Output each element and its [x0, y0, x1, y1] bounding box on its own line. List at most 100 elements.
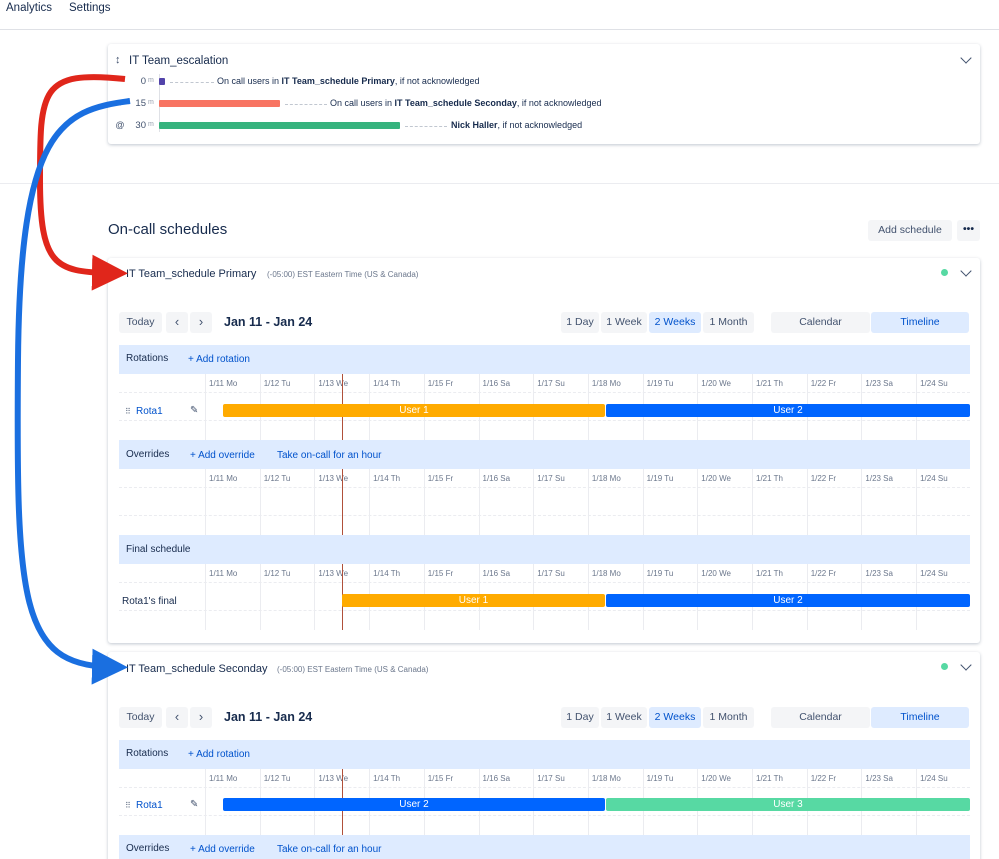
day-label: 1/15 Fr	[427, 774, 454, 783]
day-label: 1/24 Su	[920, 474, 948, 483]
final-schedule-header	[119, 535, 970, 564]
take-oncall-link[interactable]: Take on-call for an hour	[277, 844, 382, 855]
day-label: 1/20 We	[701, 569, 731, 578]
escalation-row: 0 m On call users in IT Team_schedule Pr…	[108, 75, 978, 89]
day-column	[916, 469, 918, 535]
drag-handle-icon[interactable]: ⠿	[125, 801, 131, 810]
override-grid: 1/11 Mo 1/12 Tu 1/13 We 1/14 Th 1/15 Fr 1/16 …	[119, 469, 970, 535]
day-label: 1/17 Su	[537, 569, 565, 578]
page-title: On-call schedules	[108, 221, 228, 238]
day-column	[369, 469, 371, 535]
day-label: 1/19 Tu	[646, 569, 674, 578]
add-rotation-link[interactable]: + Add rotation	[188, 749, 250, 760]
final-row-label: Rota1's final	[122, 596, 177, 607]
grid-row-line	[119, 515, 970, 516]
grid-row-line	[119, 582, 970, 583]
day-label: 1/11 Mo	[209, 379, 238, 388]
mode-calendar[interactable]: Calendar	[771, 707, 870, 728]
rotations-label: Rotations	[126, 748, 169, 759]
escalation-unit: m	[148, 121, 154, 128]
pencil-icon[interactable]: ✎	[190, 799, 198, 810]
escalation-bar	[159, 100, 280, 107]
mode-timeline[interactable]: Timeline	[871, 312, 969, 333]
day-label: 1/14 Th	[373, 474, 401, 483]
view-1-month[interactable]: 1 Month	[703, 707, 754, 728]
drag-handle-icon[interactable]: ⠿	[114, 663, 120, 672]
next-button[interactable]: ›	[190, 707, 212, 728]
escalation-row: ● 15 m On call users in IT Team_schedule…	[108, 97, 978, 111]
day-label: 1/19 Tu	[646, 379, 674, 388]
day-label: 1/17 Su	[537, 379, 565, 388]
escalation-time: 15	[135, 98, 146, 109]
move-icon[interactable]: ↕	[115, 54, 121, 66]
mode-calendar[interactable]: Calendar	[771, 312, 870, 333]
day-label: 1/16 Sa	[482, 569, 511, 578]
view-1-week[interactable]: 1 Week	[601, 707, 647, 728]
add-override-link[interactable]: + Add override	[190, 450, 255, 461]
add-schedule-button[interactable]: Add schedule	[868, 220, 952, 241]
day-label: 1/11 Mo	[209, 774, 238, 783]
view-1-day[interactable]: 1 Day	[561, 312, 599, 333]
date-range: Jan 11 - Jan 24	[224, 315, 313, 329]
rotation-name-link[interactable]: Rota1	[136, 406, 163, 417]
escalation-bar	[159, 122, 400, 129]
prev-button[interactable]: ‹	[166, 312, 188, 333]
take-oncall-link[interactable]: Take on-call for an hour	[277, 450, 382, 461]
day-label: 1/22 Fr	[810, 774, 837, 783]
shift-bar[interactable]: User 2	[223, 798, 605, 811]
drag-handle-icon[interactable]: ⠿	[114, 268, 120, 277]
final-schedule-label: Final schedule	[126, 544, 191, 555]
today-button[interactable]: Today	[119, 707, 162, 728]
status-dot	[941, 663, 948, 670]
day-label: 1/24 Su	[920, 569, 948, 578]
nav-settings[interactable]: Settings	[69, 2, 111, 14]
view-2-weeks[interactable]: 2 Weeks	[649, 707, 701, 728]
shift-bar[interactable]: User 2	[606, 594, 970, 607]
view-1-day[interactable]: 1 Day	[561, 707, 599, 728]
day-label: 1/23 Sa	[865, 569, 893, 578]
schedule-timezone: (-05:00) EST Eastern Time (US & Canada)	[277, 665, 429, 674]
shift-bar[interactable]: User 1	[342, 594, 605, 607]
day-label: 1/14 Th	[373, 379, 401, 388]
shift-bar[interactable]: User 1	[223, 404, 605, 417]
day-column	[642, 469, 644, 535]
day-label: 1/14 Th	[373, 569, 401, 578]
add-rotation-link[interactable]: + Add rotation	[188, 354, 250, 365]
add-override-link[interactable]: + Add override	[190, 844, 255, 855]
mode-timeline[interactable]: Timeline	[871, 707, 969, 728]
view-2-weeks[interactable]: 2 Weeks	[649, 312, 701, 333]
pencil-icon[interactable]: ✎	[190, 405, 198, 416]
view-1-month[interactable]: 1 Month	[703, 312, 754, 333]
escalation-time: 30	[135, 120, 146, 131]
day-label: 1/16 Sa	[482, 474, 511, 483]
day-label: 1/12 Tu	[263, 379, 291, 388]
next-button[interactable]: ›	[190, 312, 212, 333]
divider	[0, 183, 999, 184]
shift-bar[interactable]: User 3	[606, 798, 970, 811]
day-label: 1/13 We	[318, 474, 349, 483]
prev-button[interactable]: ‹	[166, 707, 188, 728]
drag-handle-icon[interactable]: ⠿	[125, 407, 131, 416]
day-label: 1/22 Fr	[810, 379, 837, 388]
shift-bar[interactable]: User 2	[606, 404, 970, 417]
escalation-bar	[159, 78, 165, 85]
rotation-name-link[interactable]: Rota1	[136, 800, 163, 811]
day-column	[587, 469, 589, 535]
view-1-week[interactable]: 1 Week	[601, 312, 647, 333]
status-dot	[941, 269, 948, 276]
escalation-card: ↕ IT Team_escalation 0 m On call users i…	[108, 44, 980, 144]
nav-analytics[interactable]: Analytics	[6, 2, 52, 14]
more-options-button[interactable]: •••	[957, 220, 980, 241]
escalation-connector	[405, 126, 447, 127]
day-label: 1/17 Su	[537, 774, 565, 783]
today-button[interactable]: Today	[119, 312, 162, 333]
day-column	[806, 469, 808, 535]
escalation-unit: m	[148, 77, 154, 84]
day-column	[314, 469, 316, 535]
grid-row-line	[119, 392, 970, 393]
day-column	[205, 374, 206, 440]
chevron-down-icon[interactable]	[960, 52, 972, 64]
escalation-rule-text: Nick Haller, if not acknowledged	[451, 120, 583, 130]
day-label: 1/24 Su	[920, 379, 948, 388]
day-label: 1/17 Su	[537, 474, 565, 483]
